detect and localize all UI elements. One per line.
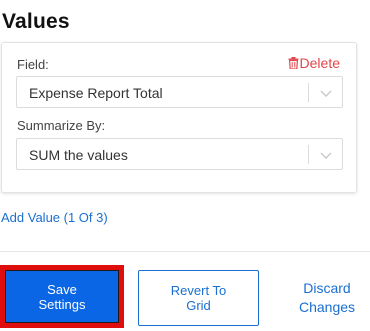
save-settings-button[interactable]: Save Settings <box>5 270 119 323</box>
summarize-select-value: SUM the values <box>29 147 128 163</box>
field-select-value: Expense Report Total <box>29 85 163 101</box>
discard-changes-button[interactable]: Discard Changes <box>280 270 370 326</box>
summarize-select[interactable]: SUM the values <box>16 138 343 170</box>
save-settings-label: Save Settings <box>38 281 86 312</box>
delete-button[interactable]: Delete <box>288 55 340 71</box>
chevron-down-icon[interactable] <box>319 86 333 100</box>
field-select[interactable]: Expense Report Total <box>16 76 343 108</box>
select-divider <box>308 83 309 102</box>
field-label: Field: <box>17 57 49 72</box>
trash-icon <box>288 57 299 69</box>
revert-to-grid-button[interactable]: Revert To Grid <box>138 270 259 326</box>
delete-label: Delete <box>299 55 340 71</box>
select-divider <box>308 145 309 164</box>
add-value-link[interactable]: Add Value (1 Of 3) <box>1 210 108 225</box>
section-title: Values <box>2 10 70 33</box>
summarize-label: Summarize By: <box>17 118 106 133</box>
revert-to-grid-label: Revert To Grid <box>170 283 227 313</box>
value-card: Field: Delete Expense Report Total Summa… <box>1 42 357 193</box>
chevron-down-icon[interactable] <box>319 148 333 162</box>
discard-changes-label: Discard Changes <box>298 280 356 315</box>
values-panel: Values Field: Delete Expense Report Tota… <box>0 0 370 331</box>
divider <box>0 251 370 252</box>
